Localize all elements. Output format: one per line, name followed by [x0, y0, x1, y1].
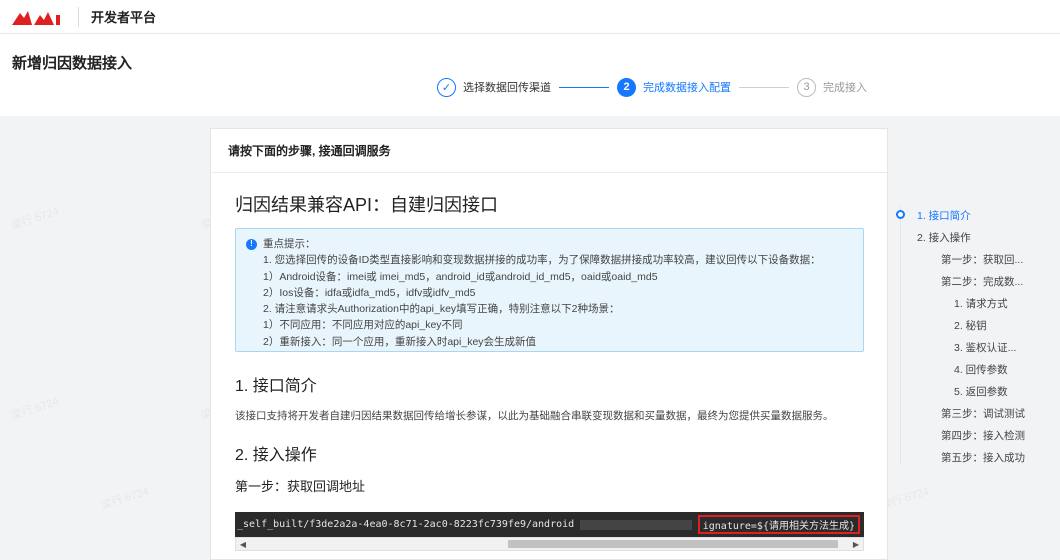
active-dot-icon — [896, 210, 905, 219]
anchor-item-step1[interactable]: 第一步：获取回... — [941, 252, 1023, 267]
notice-line: 1）不同应用：不同应用对应的api_key不同 — [263, 319, 463, 332]
stepper: ✓ 选择数据回传渠道 2 完成数据接入配置 3 完成接入 — [437, 77, 867, 97]
notice-line: 2. 请注意请求头Authorization中的api_key填写正确，特别注意… — [263, 303, 620, 316]
scroll-left-icon[interactable]: ◀ — [236, 538, 250, 550]
anchor-item-auth[interactable]: 3. 鉴权认证... — [954, 340, 1016, 355]
step1-title: 第一步：获取回调地址 — [235, 479, 366, 494]
anchor-item-step2[interactable]: 第二步：完成数... — [941, 274, 1023, 289]
scroll-track[interactable] — [250, 539, 849, 549]
section-intro-text: 该接口支持将开发者自建归因结果数据回传给增长参谋，以此为基础融合串联变现数据和买… — [235, 410, 834, 422]
watermark-text: 梁行 6724 — [9, 205, 61, 233]
code-masked-segment — [580, 519, 692, 530]
doc-title: 归因结果兼容API：自建归因接口 — [235, 195, 499, 215]
anchor-item-return-params[interactable]: 5. 返回参数 — [954, 384, 1008, 399]
step-label: 完成接入 — [823, 82, 867, 94]
code-url-right: ignature=${请用相关方法生成} — [702, 521, 855, 532]
step-label: 完成数据接入配置 — [643, 82, 731, 94]
card-header: 请按下面的步骤, 接通回调服务 — [211, 129, 887, 173]
step-2[interactable]: 2 完成数据接入配置 — [617, 77, 731, 97]
check-icon: ✓ — [437, 77, 456, 97]
notice-line: 1. 您选择回传的设备ID类型直接影响和变现数据拼接的成功率，为了保障数据拼接成… — [263, 254, 821, 267]
callback-url-code[interactable]: _self_built/f3de2a2a-4ea0-8c71-2ac0-8223… — [235, 512, 864, 537]
anchor-item-request-method[interactable]: 1. 请求方式 — [954, 296, 1008, 311]
anchor-item-intro[interactable]: 1. 接口简介 — [917, 208, 971, 223]
notice-title-text: 重点提示： — [263, 238, 316, 250]
step-number: 2 — [617, 77, 636, 97]
anchor-item-step5[interactable]: 第五步：接入成功 — [941, 450, 1025, 465]
horizontal-scrollbar[interactable]: ◀ ▶ — [235, 537, 864, 551]
anchor-item-step3[interactable]: 第三步：调试测试 — [941, 406, 1025, 421]
notice-line: 2）Ios设备：idfa或idfa_md5，idfv或idfv_md5 — [263, 286, 476, 299]
page-header: 新增归因数据接入 ✓ 选择数据回传渠道 2 完成数据接入配置 3 完成接入 — [0, 34, 1060, 116]
anchor-item-callback-params[interactable]: 4. 回传参数 — [954, 362, 1008, 377]
code-signature-highlight: ignature=${请用相关方法生成} — [697, 515, 860, 534]
watermark-text: 梁行 6724 — [9, 395, 61, 423]
notice-title: ! 重点提示： — [246, 236, 853, 252]
step-number: 3 — [797, 77, 816, 97]
info-icon: ! — [246, 238, 257, 250]
step-1[interactable]: ✓ 选择数据回传渠道 — [437, 77, 551, 97]
anchor-item-operation[interactable]: 2. 接入操作 — [917, 230, 971, 245]
step-connector — [559, 86, 609, 88]
code-url-left: _self_built/f3de2a2a-4ea0-8c71-2ac0-8223… — [237, 519, 575, 530]
brand-logo[interactable] — [0, 0, 66, 34]
section-heading-intro: 1. 接口简介 — [235, 378, 317, 395]
step-connector — [739, 86, 789, 88]
scroll-thumb[interactable] — [508, 540, 838, 548]
step-3[interactable]: 3 完成接入 — [797, 77, 867, 97]
config-card: 请按下面的步骤, 接通回调服务 归因结果兼容API：自建归因接口 ! 重点提示：… — [210, 128, 888, 560]
brand-name: 开发者平台 — [91, 10, 157, 25]
watermark-text: 梁行 6724 — [99, 485, 151, 513]
notice-box: ! 重点提示： 1. 您选择回传的设备ID类型直接影响和变现数据拼接的成功率，为… — [235, 228, 864, 352]
scroll-right-icon[interactable]: ▶ — [849, 538, 863, 550]
notice-line: 1）Android设备：imei或 imei_md5，android_id或an… — [263, 270, 658, 283]
anchor-nav: 1. 接口简介 2. 接入操作 第一步：获取回... 第二步：完成数... 1.… — [896, 206, 1050, 465]
page-title: 新增归因数据接入 — [12, 55, 133, 72]
anchor-item-secret[interactable]: 2. 秘钥 — [954, 318, 987, 333]
section-heading-operation: 2. 接入操作 — [235, 447, 317, 464]
anchor-item-step4[interactable]: 第四步：接入检测 — [941, 428, 1025, 443]
step-label: 选择数据回传渠道 — [463, 82, 551, 94]
nav-divider — [78, 6, 79, 27]
notice-line: 2）重新接入：同一个应用，重新接入时api_key会生成新值 — [263, 335, 537, 348]
top-nav: 开发者平台 — [0, 0, 1060, 34]
logo-icon — [12, 10, 60, 25]
